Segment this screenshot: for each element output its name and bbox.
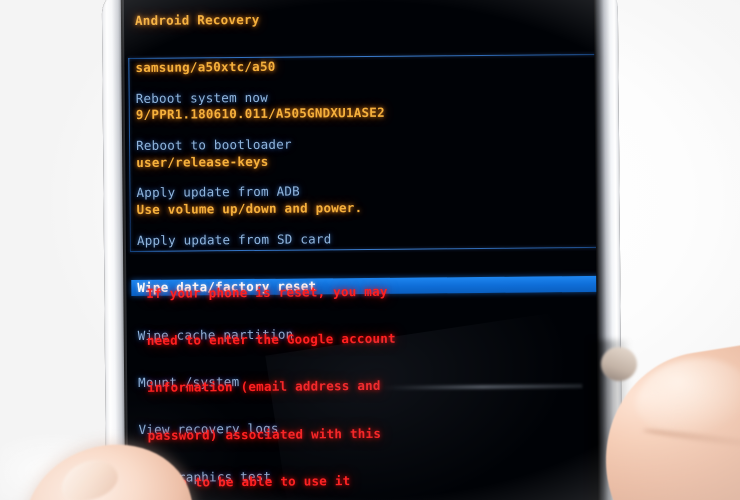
phone-device: Android Recovery samsung/a50xtc/a50 9/PP… — [101, 0, 623, 500]
warning-line-1: If your phone is reset, you may — [146, 283, 388, 301]
android-recovery-ui: Android Recovery samsung/a50xtc/a50 9/PP… — [124, 0, 601, 500]
warning-line-4: password) associated with this — [147, 425, 382, 443]
header-line-title: Android Recovery — [134, 11, 260, 28]
menu-item-apply-update-sd-card[interactable]: Apply update from SD card — [126, 229, 600, 249]
phone-screen: Android Recovery samsung/a50xtc/a50 9/PP… — [123, 0, 601, 500]
right-thumb-tip — [601, 347, 637, 381]
menu-item-reboot-system-now[interactable]: Reboot system now — [125, 86, 601, 106]
photo-scene: Android Recovery samsung/a50xtc/a50 9/PP… — [0, 0, 740, 500]
menu-item-reboot-to-bootloader[interactable]: Reboot to bootloader — [125, 134, 600, 154]
menu-item-apply-update-adb[interactable]: Apply update from ADB — [125, 181, 600, 201]
warning-line-3: information (email address and — [147, 378, 381, 396]
factory-reset-warning: If your phone is reset, you may need to … — [146, 252, 398, 500]
warning-line-2: need to enter the Google account — [146, 330, 396, 348]
